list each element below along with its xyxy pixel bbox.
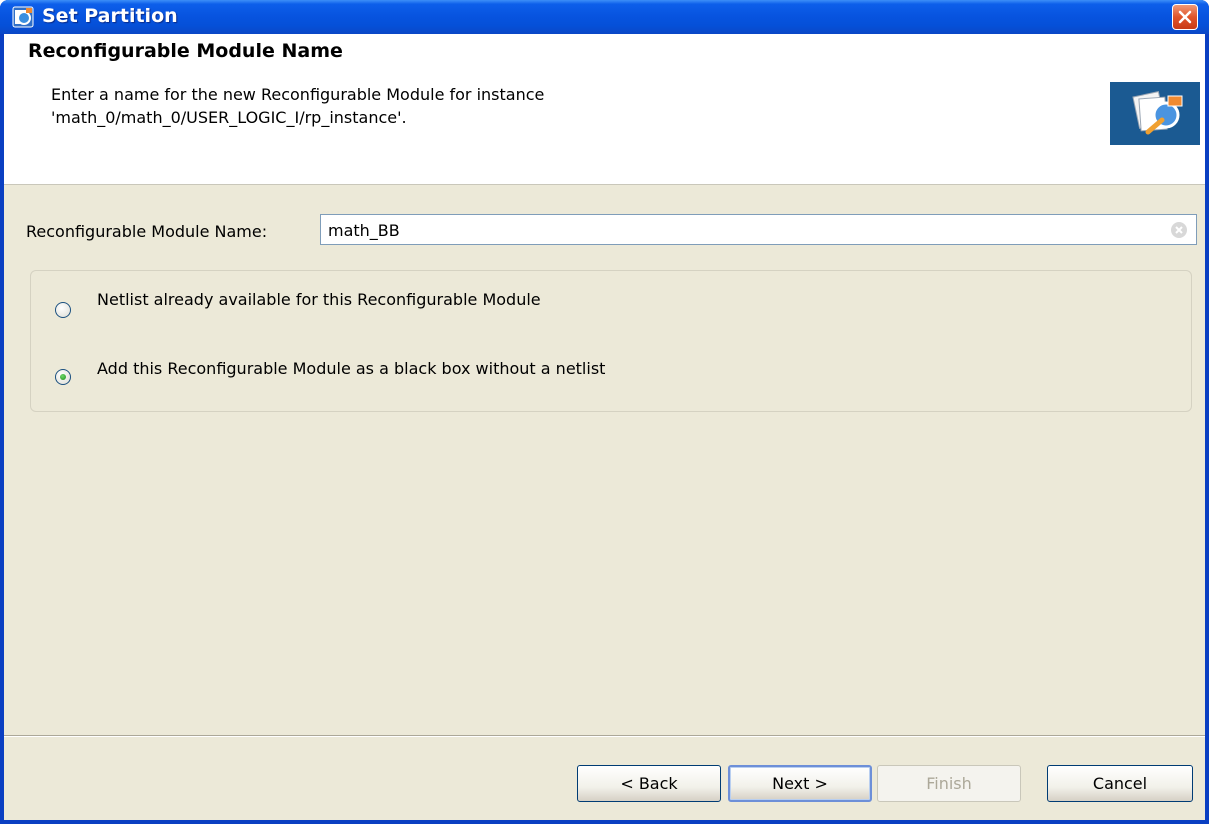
- window-title: Set Partition: [42, 5, 178, 27]
- radio-black-box[interactable]: [55, 369, 71, 385]
- cancel-button[interactable]: Cancel: [1047, 765, 1193, 802]
- radio-selected-dot: [60, 374, 66, 380]
- clear-icon[interactable]: [1170, 221, 1188, 239]
- module-name-input[interactable]: math_BB: [320, 214, 1197, 245]
- radio-netlist-available[interactable]: [55, 302, 71, 318]
- module-name-value: math_BB: [328, 221, 400, 240]
- page-title: Reconfigurable Module Name: [28, 40, 343, 62]
- app-icon: [12, 6, 34, 28]
- next-button[interactable]: Next >: [728, 765, 872, 802]
- description-line: Enter a name for the new Reconfigurable …: [51, 85, 545, 104]
- wizard-body: [4, 185, 1205, 735]
- close-button[interactable]: [1172, 4, 1198, 30]
- close-icon: [1178, 10, 1192, 24]
- title-bar[interactable]: Set Partition: [0, 0, 1209, 34]
- page-description: Enter a name for the new Reconfigurable …: [51, 83, 951, 129]
- radio-label-netlist-available[interactable]: Netlist already available for this Recon…: [97, 290, 541, 309]
- radio-label-black-box[interactable]: Add this Reconfigurable Module as a blac…: [97, 359, 605, 378]
- module-name-label: Reconfigurable Module Name:: [26, 222, 268, 241]
- description-line: 'math_0/math_0/USER_LOGIC_I/rp_instance'…: [51, 108, 407, 127]
- finish-button[interactable]: Finish: [877, 765, 1021, 802]
- back-button[interactable]: < Back: [577, 765, 721, 802]
- wizard-banner-icon: [1110, 82, 1200, 145]
